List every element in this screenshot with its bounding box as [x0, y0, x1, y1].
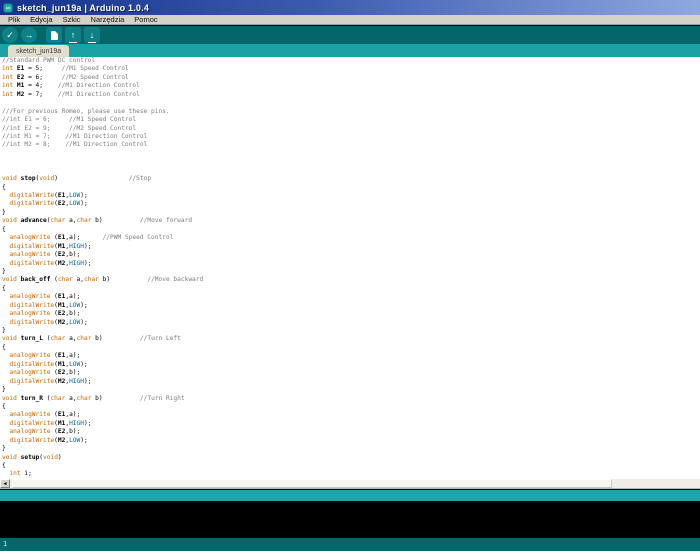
code-line	[2, 150, 700, 158]
arduino-ide-window: ∞ sketch_jun19a | Arduino 1.0.4 PlikEdyc…	[0, 0, 700, 551]
code-line: analogWrite (E1,a);	[2, 293, 700, 301]
code-line: int i;	[2, 470, 700, 478]
code-line: }	[2, 327, 700, 335]
code-line: digitalWrite(M2,HIGH);	[2, 260, 700, 268]
code-line: //Standard PWM DC control	[2, 57, 700, 65]
code-line: analogWrite (E2,b);	[2, 369, 700, 377]
verify-button[interactable]: ✓	[2, 27, 18, 43]
scrollbar-thumb[interactable]	[12, 479, 612, 488]
scroll-left-arrow-icon[interactable]: ◄	[0, 479, 10, 488]
code-line	[2, 167, 700, 175]
code-line: analogWrite (E2,b);	[2, 310, 700, 318]
code-line: analogWrite (E2,b);	[2, 251, 700, 259]
code-line: digitalWrite(E1,LOW);	[2, 192, 700, 200]
code-line: //int E1 = 6; //M1 Speed Control	[2, 116, 700, 124]
code-editor[interactable]: //Standard PWM DC controlint E1 = 5; //M…	[0, 57, 700, 479]
code-line: void turn_R (char a,char b) //Turn Right	[2, 395, 700, 403]
code-line: void stop(void) //Stop	[2, 175, 700, 183]
console-output	[0, 501, 700, 538]
tab-sketch-jun19a[interactable]: sketch_jun19a	[8, 45, 69, 57]
code-line: digitalWrite(M1,LOW);	[2, 361, 700, 369]
code-line: void back_off (char a,char b) //Move bac…	[2, 276, 700, 284]
code-line: void setup(void)	[2, 454, 700, 462]
code-line: {	[2, 226, 700, 234]
menu-item-narzdzia[interactable]: Narzędzia	[86, 15, 130, 24]
tab-bar: sketch_jun19a	[0, 44, 700, 57]
document-icon	[51, 31, 58, 40]
code-line: {	[2, 285, 700, 293]
open-sketch-button[interactable]: ↑	[65, 27, 81, 43]
code-line: digitalWrite(M2,LOW);	[2, 319, 700, 327]
status-bar	[0, 490, 700, 501]
toolbar: ✓ → ↑ ↓	[0, 26, 700, 44]
code-line: {	[2, 344, 700, 352]
arrow-right-icon: →	[25, 27, 34, 43]
title-bar[interactable]: ∞ sketch_jun19a | Arduino 1.0.4	[0, 0, 700, 15]
code-line: //int E2 = 9; //M2 Speed Control	[2, 125, 700, 133]
code-line: analogWrite (E1,a);	[2, 352, 700, 360]
code-line: int E1 = 5; //M1 Speed Control	[2, 65, 700, 73]
code-line: int M2 = 7; //M1 Direction Control	[2, 91, 700, 99]
horizontal-scrollbar[interactable]: ◄	[0, 479, 700, 489]
code-line: analogWrite (E1,a);	[2, 411, 700, 419]
menu-bar: PlikEdycjaSzkicNarzędziaPomoc	[0, 15, 700, 25]
save-sketch-button[interactable]: ↓	[84, 27, 100, 43]
code-line: int E2 = 6; //M2 Speed Control	[2, 74, 700, 82]
code-line: {	[2, 184, 700, 192]
code-line	[2, 158, 700, 166]
code-line: //int M2 = 8; //M1 Direction Control	[2, 141, 700, 149]
arduino-app-icon: ∞	[3, 3, 13, 13]
code-line: void turn_L (char a,char b) //Turn Left	[2, 335, 700, 343]
code-line: digitalWrite(M2,LOW);	[2, 437, 700, 445]
code-line: digitalWrite(M1,HIGH);	[2, 420, 700, 428]
code-line: //int M1 = 7; //M1 Direction Control	[2, 133, 700, 141]
code-line: ///For previous Romeo, please use these …	[2, 108, 700, 116]
menu-item-edycja[interactable]: Edycja	[25, 15, 58, 24]
code-line: int M1 = 4; //M1 Direction Control	[2, 82, 700, 90]
menu-item-pomoc[interactable]: Pomoc	[129, 15, 162, 24]
code-line: digitalWrite(M2,HIGH);	[2, 378, 700, 386]
line-number-indicator: 1	[0, 538, 700, 551]
menu-item-plik[interactable]: Plik	[3, 15, 25, 24]
new-sketch-button[interactable]	[46, 27, 62, 43]
code-line: }	[2, 209, 700, 217]
code-line: {	[2, 403, 700, 411]
arrow-up-icon: ↑	[69, 27, 77, 43]
check-icon: ✓	[6, 27, 14, 43]
code-line: }	[2, 268, 700, 276]
code-line: analogWrite (E2,b);	[2, 428, 700, 436]
window-title: sketch_jun19a | Arduino 1.0.4	[17, 3, 149, 13]
arrow-down-icon: ↓	[88, 27, 96, 43]
code-line: {	[2, 462, 700, 470]
code-line: }	[2, 445, 700, 453]
upload-button[interactable]: →	[21, 27, 37, 43]
code-line: }	[2, 386, 700, 394]
code-line: void advance(char a,char b) //Move forwa…	[2, 217, 700, 225]
menu-item-szkic[interactable]: Szkic	[58, 15, 86, 24]
code-line: analogWrite (E1,a); //PWM Speed Control	[2, 234, 700, 242]
code-line	[2, 99, 700, 107]
code-line: digitalWrite(M1,HIGH);	[2, 243, 700, 251]
code-line: digitalWrite(E2,LOW);	[2, 200, 700, 208]
code-line: digitalWrite(M1,LOW);	[2, 302, 700, 310]
